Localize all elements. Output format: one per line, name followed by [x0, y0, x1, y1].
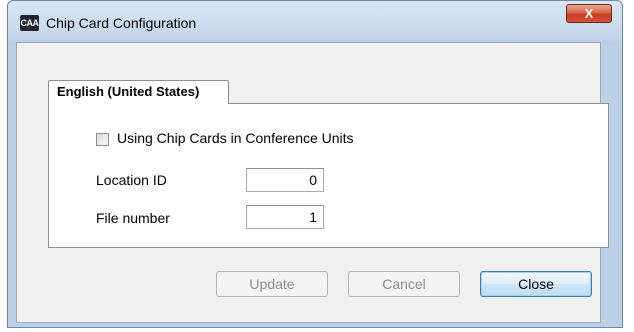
cancel-button[interactable]: Cancel: [348, 271, 460, 297]
file-number-label: File number: [96, 210, 170, 226]
file-number-field[interactable]: 1: [246, 205, 324, 229]
update-button[interactable]: Update: [216, 271, 328, 297]
close-icon: X: [584, 6, 594, 21]
app-logo-icon: CAA: [20, 15, 39, 31]
window-title: Chip Card Configuration: [46, 15, 197, 31]
chip-cards-checkbox[interactable]: [96, 133, 109, 146]
window-close-button[interactable]: X: [566, 4, 612, 23]
close-button[interactable]: Close: [480, 271, 592, 297]
title-bar[interactable]: CAA Chip Card Configuration X: [8, 1, 622, 43]
location-id-field[interactable]: 0: [246, 168, 324, 192]
chip-cards-checkbox-label[interactable]: Using Chip Cards in Conference Units: [117, 130, 354, 146]
tab-english-us[interactable]: English (United States): [48, 80, 229, 104]
location-id-label: Location ID: [96, 172, 167, 188]
